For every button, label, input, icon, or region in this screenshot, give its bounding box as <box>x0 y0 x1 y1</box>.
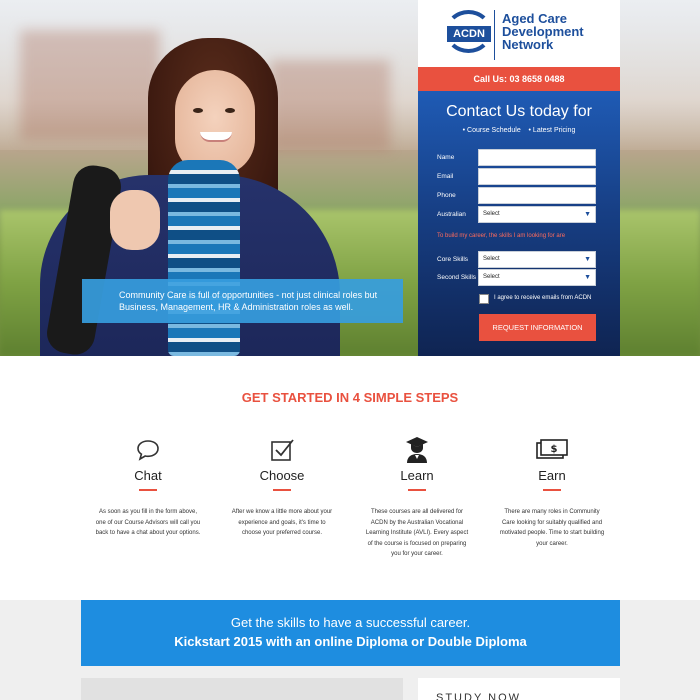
hero-person-hand <box>110 190 160 250</box>
phone-field[interactable] <box>478 187 596 204</box>
graduate-icon <box>357 435 477 465</box>
logo-divider <box>494 10 495 60</box>
step-divider <box>408 489 426 491</box>
step-description: After we know a little more about your e… <box>231 509 333 536</box>
second-skills-select-value: Select <box>483 274 500 280</box>
step-learn: Learn These courses are all delivered fo… <box>357 435 477 560</box>
steps-title: GET STARTED IN 4 SIMPLE STEPS <box>241 390 459 405</box>
skills-note: To build my career, the skills I am look… <box>437 233 566 239</box>
hero-person-eye <box>193 108 203 113</box>
svg-text:$: $ <box>551 444 558 455</box>
step-divider <box>273 489 291 491</box>
hero-caption: Community Care is full of opportunities … <box>82 279 403 323</box>
step-description: There are many roles in Community Care l… <box>499 509 605 547</box>
core-skills-select[interactable]: Select ▼ <box>478 251 596 268</box>
name-label: Name <box>437 154 455 161</box>
form-subtitle: • Course Schedule • Latest Pricing <box>418 127 620 134</box>
core-skills-label: Core Skills <box>437 256 469 263</box>
step-divider <box>543 489 561 491</box>
banner-line-2: Kickstart 2015 with an online Diploma or… <box>174 634 527 649</box>
bottom-right-panel: STUDY NOW <box>418 678 620 700</box>
step-description: These courses are all delivered for ACDN… <box>365 509 469 557</box>
second-skills-label: Second Skills <box>437 274 477 281</box>
step-name: Learn <box>400 468 434 483</box>
email-field[interactable] <box>478 168 596 185</box>
australian-select-value: Select <box>483 211 500 217</box>
step-earn: $ Earn There are many roles in Community… <box>492 435 612 549</box>
study-now-text: STUDY NOW <box>436 692 522 700</box>
step-name: Chat <box>134 468 162 483</box>
request-information-button[interactable]: REQUEST INFORMATION <box>479 314 596 341</box>
hero-person-scarf <box>168 160 240 356</box>
bottom-left-panel <box>81 678 403 700</box>
logo-abbr: ACDN <box>447 26 491 42</box>
second-skills-select[interactable]: Select ▼ <box>478 269 596 286</box>
form-sub-item: • Course Schedule <box>462 127 521 134</box>
chat-bubble-icon <box>88 435 208 465</box>
hero-building <box>20 30 160 140</box>
step-description: As soon as you fill in the form above, o… <box>95 509 201 536</box>
phone-label: Phone <box>437 192 456 199</box>
caret-down-icon: ▼ <box>584 256 591 263</box>
step-chat: Chat As soon as you fill in the form abo… <box>88 435 208 539</box>
core-skills-select-value: Select <box>483 256 500 262</box>
step-name: Choose <box>259 468 305 483</box>
caret-down-icon: ▼ <box>584 274 591 281</box>
caret-down-icon: ▼ <box>584 211 591 218</box>
banner-line-1: Get the skills to have a successful care… <box>230 615 471 630</box>
agree-label: I agree to receive emails from ACDN <box>494 295 592 301</box>
step-choose: Choose After we know a little more about… <box>222 435 342 539</box>
australian-select[interactable]: Select ▼ <box>478 206 596 223</box>
money-icon: $ <box>492 435 612 465</box>
acdn-logo-icon: ACDN <box>445 10 492 53</box>
step-name: Earn <box>538 468 566 483</box>
form-sub-item: • Latest Pricing <box>528 127 576 134</box>
call-us-link[interactable]: Call Us: 03 8658 0488 <box>418 67 620 91</box>
brand-name: Aged Care Development Network <box>502 12 584 51</box>
agree-checkbox[interactable] <box>479 294 489 304</box>
name-field[interactable] <box>478 149 596 166</box>
email-label: Email <box>437 173 454 180</box>
step-divider <box>139 489 157 491</box>
hero-person-eye <box>225 108 235 113</box>
brand-name-line: Network <box>502 37 554 52</box>
form-title: Contact Us today for <box>446 103 592 120</box>
australian-label: Australian <box>437 211 466 218</box>
kickstart-banner: Get the skills to have a successful care… <box>81 600 620 666</box>
checkbox-icon <box>222 435 342 465</box>
hero-person-smile <box>200 132 232 142</box>
hero-building <box>270 60 390 150</box>
